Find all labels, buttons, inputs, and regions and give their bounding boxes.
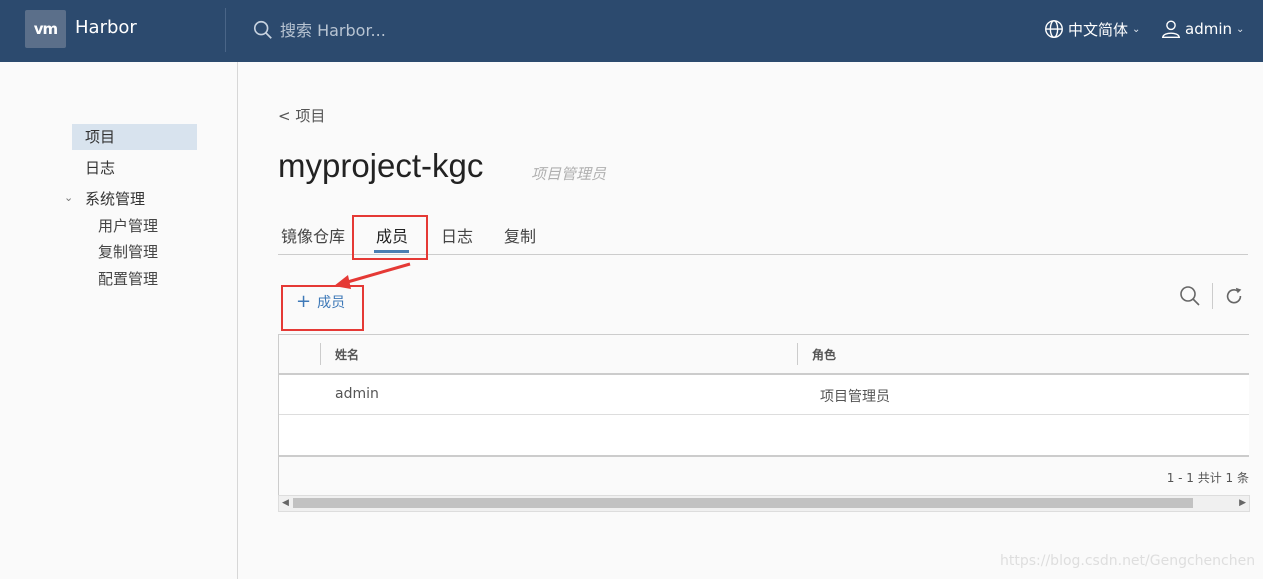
username-label: admin [1185, 20, 1232, 38]
search-icon[interactable] [1178, 284, 1202, 308]
sidebar-group-system-admin[interactable]: 系统管理 [85, 186, 145, 212]
grid-header: 姓名 角色 [279, 335, 1249, 375]
sidebar-item-replication-management[interactable]: 复制管理 [98, 239, 158, 265]
add-member-button[interactable]: + 成员 [296, 291, 345, 312]
scrollbar-thumb[interactable] [293, 498, 1193, 508]
top-nav-bar: vm Harbor 中文简体 ⌄ admin ⌄ [0, 0, 1263, 62]
sidebar: 项目 日志 ⌄ 系统管理 用户管理 复制管理 配置管理 [0, 62, 238, 579]
add-member-label: 成员 [317, 294, 346, 311]
language-selector[interactable]: 中文简体 ⌄ [1043, 18, 1140, 40]
chevron-down-icon: ⌄ [1132, 23, 1141, 35]
sidebar-item-logs[interactable]: 日志 [85, 155, 115, 181]
member-role: 项目管理员 [820, 389, 890, 405]
page-title: myproject-kgc [278, 147, 484, 184]
vmware-logo[interactable]: vm [25, 10, 66, 48]
tab-replication[interactable]: 复制 [504, 223, 536, 247]
scroll-right-icon[interactable]: ▶ [1239, 496, 1246, 511]
sidebar-item-user-management[interactable]: 用户管理 [98, 213, 158, 239]
tab-logs[interactable]: 日志 [441, 223, 473, 247]
language-label: 中文简体 [1068, 20, 1129, 39]
horizontal-scrollbar[interactable]: ◀ ▶ [278, 495, 1250, 512]
global-search[interactable] [252, 18, 482, 42]
app-title[interactable]: Harbor [75, 17, 137, 38]
search-input[interactable] [278, 19, 482, 41]
column-header-role[interactable]: 角色 [812, 346, 836, 363]
breadcrumb[interactable]: < 项目 [278, 105, 325, 126]
table-row[interactable]: admin 项目管理员 [279, 375, 1249, 415]
tab-repositories[interactable]: 镜像仓库 [281, 223, 345, 247]
chevron-down-icon: ⌄ [1236, 23, 1245, 35]
annotation-arrow [334, 262, 411, 289]
role-subtitle: 项目管理员 [531, 165, 607, 183]
members-grid: 姓名 角色 admin 项目管理员 1 - 1 共计 1 条 [278, 334, 1249, 497]
refresh-icon[interactable] [1223, 285, 1245, 307]
annotation-highlight-members-tab [352, 215, 428, 260]
column-header-name[interactable]: 姓名 [335, 346, 359, 363]
grid-footer: 1 - 1 共计 1 条 [279, 455, 1249, 497]
sidebar-item-configuration-management[interactable]: 配置管理 [98, 266, 158, 292]
header-divider [225, 8, 226, 52]
user-icon [1161, 20, 1181, 38]
user-menu[interactable]: admin ⌄ [1160, 18, 1244, 40]
globe-icon [1045, 20, 1063, 38]
pagination-count: 1 - 1 共计 1 条 [1166, 471, 1249, 485]
column-divider[interactable] [797, 343, 798, 365]
column-divider [320, 343, 321, 365]
watermark: https://blog.csdn.net/Gengchenchen [1000, 553, 1256, 569]
toolbar-divider [1212, 283, 1213, 309]
chevron-down-icon[interactable]: ⌄ [64, 191, 73, 204]
plus-icon: + [296, 291, 312, 312]
member-name: admin [335, 386, 379, 402]
sidebar-item-projects[interactable]: 项目 [72, 124, 197, 150]
scroll-left-icon[interactable]: ◀ [282, 496, 289, 511]
grid-toolbar [1178, 283, 1245, 309]
search-icon [253, 20, 272, 39]
